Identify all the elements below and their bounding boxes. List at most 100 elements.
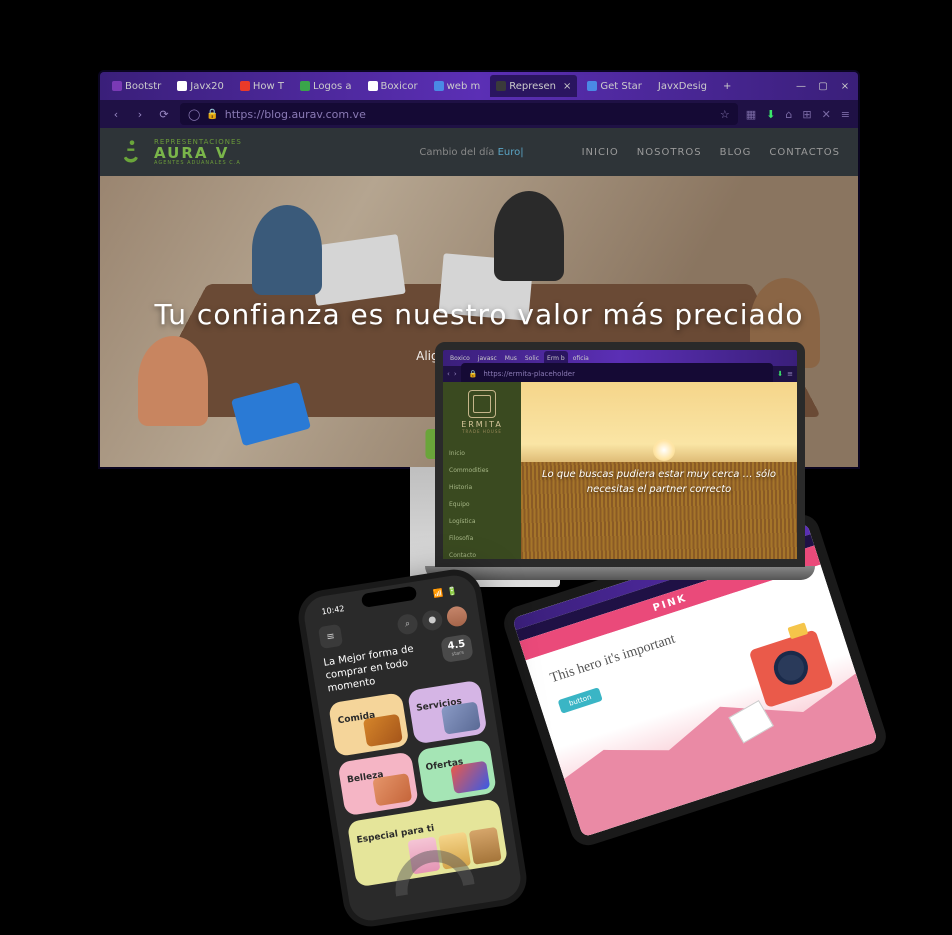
menu-icon: ≡ bbox=[326, 630, 336, 642]
card-ofertas[interactable]: Ofertas bbox=[416, 739, 497, 804]
address-bar: ‹ › ⟳ ◯ 🔒 https://blog.aurav.com.ve ☆ ▦ … bbox=[100, 100, 858, 128]
notifications-button[interactable]: ● bbox=[421, 609, 444, 632]
tab-boxicons[interactable]: Boxicor bbox=[362, 75, 424, 97]
url-text: https://blog.aurav.com.ve bbox=[225, 108, 366, 121]
maximize-button[interactable]: ▢ bbox=[816, 81, 830, 92]
sidebar-item-contacto[interactable]: Contacto bbox=[449, 550, 515, 561]
sidebar-item-inicio[interactable]: Inicio bbox=[449, 448, 515, 459]
services-thumb bbox=[441, 701, 481, 734]
extension-icon[interactable]: ▦ bbox=[746, 108, 756, 121]
sun-graphic bbox=[653, 439, 675, 461]
tab-label: Boxicor bbox=[381, 81, 418, 92]
key-icon[interactable]: ⌂ bbox=[785, 108, 792, 121]
nav-inicio[interactable]: INICIO bbox=[582, 147, 619, 158]
puzzle-icon[interactable]: ⊞ bbox=[802, 108, 811, 121]
sidebar-item-historia[interactable]: Historia bbox=[449, 482, 515, 493]
forward-button[interactable]: › bbox=[132, 106, 148, 122]
sidebar-item-commodities[interactable]: Commodities bbox=[449, 465, 515, 476]
lock-icon: 🔒 bbox=[206, 109, 218, 120]
menu-button[interactable]: ≡ bbox=[318, 624, 343, 649]
rating-badge: 4.5 stars bbox=[440, 634, 474, 663]
download-icon[interactable]: ⬇ bbox=[766, 108, 775, 121]
shield-icon: ◯ bbox=[188, 108, 200, 121]
search-icon: ⌕ bbox=[404, 619, 411, 630]
nav-blog[interactable]: BLOG bbox=[720, 147, 752, 158]
reload-button[interactable]: ⟳ bbox=[156, 106, 172, 122]
tab-label: Javx20 bbox=[190, 81, 224, 92]
ermita-name: ERMITA bbox=[449, 420, 515, 429]
search-button[interactable]: ⌕ bbox=[396, 613, 419, 636]
phone-device: 10:42 📶🔋 ≡ ⌕ ● La Mejor forma de comprar… bbox=[295, 566, 531, 931]
tab-webm[interactable]: web m bbox=[428, 75, 487, 97]
ermita-hero: Lo que buscas pudiera estar muy cerca … … bbox=[521, 382, 797, 559]
menu-icon[interactable]: ≡ bbox=[841, 108, 850, 121]
github-icon bbox=[177, 81, 187, 91]
back-button[interactable]: ‹ bbox=[447, 370, 450, 378]
signal-icon: 📶 bbox=[433, 588, 444, 598]
tab-logos[interactable]: Logos a bbox=[294, 75, 358, 97]
offers-thumb bbox=[450, 761, 490, 794]
nav-contactos[interactable]: CONTACTOS bbox=[769, 147, 840, 158]
toolbar-icons: ▦ ⬇ ⌂ ⊞ ✕ ≡ bbox=[746, 108, 850, 121]
sidebar-item-equipo[interactable]: Equipo bbox=[449, 499, 515, 510]
favicon bbox=[587, 81, 597, 91]
forward-button[interactable]: › bbox=[454, 370, 457, 378]
sidebar-item-logistica[interactable]: Logística bbox=[449, 516, 515, 527]
close-window-button[interactable]: × bbox=[838, 81, 852, 92]
menu-icon[interactable]: ≡ bbox=[787, 370, 793, 378]
tab-howto[interactable]: How T bbox=[234, 75, 290, 97]
back-button[interactable]: ‹ bbox=[108, 106, 124, 122]
clock: 10:42 bbox=[321, 604, 345, 616]
logo-big: AURA V bbox=[154, 146, 242, 161]
beauty-thumb bbox=[372, 773, 412, 806]
tab-bootstrap[interactable]: Bootstr bbox=[106, 75, 167, 97]
card-servicios[interactable]: Servicios bbox=[407, 680, 488, 745]
tab-label: Get Star bbox=[600, 81, 642, 92]
favicon bbox=[368, 81, 378, 91]
tab-javx[interactable]: Javx20 bbox=[171, 75, 230, 97]
tab-represen-active[interactable]: Represen × bbox=[490, 75, 577, 97]
tab-label: Logos a bbox=[313, 81, 352, 92]
tab-label: How T bbox=[253, 81, 284, 92]
card-comida[interactable]: Comida bbox=[328, 692, 409, 757]
bell-icon: ● bbox=[428, 615, 437, 626]
youtube-icon bbox=[240, 81, 250, 91]
ermita-sidebar: ERMITA TRADE HOUSE Inicio Commodities Hi… bbox=[443, 382, 521, 559]
close-tab-icon[interactable]: × bbox=[563, 81, 571, 92]
ermita-hero-text: Lo que buscas pudiera estar muy cerca … … bbox=[542, 467, 777, 497]
minimize-button[interactable]: — bbox=[794, 81, 808, 92]
main-nav: INICIO NOSOTROS BLOG CONTACTOS bbox=[582, 147, 840, 158]
ermita-tag: TRADE HOUSE bbox=[449, 429, 515, 434]
url-input[interactable]: ◯ 🔒 https://blog.aurav.com.ve ☆ bbox=[180, 103, 738, 125]
category-grid: Comida Servicios Belleza Ofertas bbox=[326, 679, 499, 816]
tab-label: JavxDesig bbox=[658, 81, 707, 92]
currency-accent: Euro| bbox=[498, 147, 524, 158]
star-icon[interactable]: ☆ bbox=[720, 108, 730, 121]
tab-label: web m bbox=[447, 81, 481, 92]
tab-getstarted[interactable]: Get Star bbox=[581, 75, 648, 97]
logo-tag: AGENTES ADUANALES C.A bbox=[154, 161, 242, 166]
ermita-logo[interactable]: ERMITA TRADE HOUSE bbox=[449, 390, 515, 434]
nav-nosotros[interactable]: NOSOTROS bbox=[637, 147, 702, 158]
favicon bbox=[112, 81, 122, 91]
new-tab-button[interactable]: + bbox=[717, 75, 737, 97]
card-belleza[interactable]: Belleza bbox=[337, 751, 418, 816]
pink-cta-button[interactable]: button bbox=[558, 687, 603, 714]
tab-javxdesign[interactable]: JavxDesig bbox=[652, 75, 713, 97]
tab-label: Represen bbox=[509, 81, 556, 92]
laptop-device: Boxico javasc Mus Solic Erm b oficia ‹ ›… bbox=[425, 342, 815, 597]
sidebar-item-filosofia[interactable]: Filosofía bbox=[449, 533, 515, 544]
tab-label: Bootstr bbox=[125, 81, 161, 92]
aura-logo[interactable]: REPRESENTACIONES AURA V AGENTES ADUANALE… bbox=[118, 138, 242, 166]
browser-titlebar: Bootstr Javx20 How T Logos a Boxicor web… bbox=[100, 72, 858, 100]
exchange-label: Cambio del día Euro| bbox=[419, 147, 523, 158]
download-icon[interactable]: ⬇ bbox=[777, 370, 783, 378]
plus-icon: + bbox=[723, 81, 731, 92]
rating-label: stars bbox=[448, 649, 467, 658]
favicon bbox=[300, 81, 310, 91]
laptop-page: ERMITA TRADE HOUSE Inicio Commodities Hi… bbox=[443, 382, 797, 559]
ext-icon[interactable]: ✕ bbox=[822, 108, 831, 121]
hero-title: Tu confianza es nuestro valor más precia… bbox=[138, 298, 820, 331]
avatar[interactable] bbox=[446, 605, 469, 628]
anchor-icon bbox=[118, 138, 146, 166]
